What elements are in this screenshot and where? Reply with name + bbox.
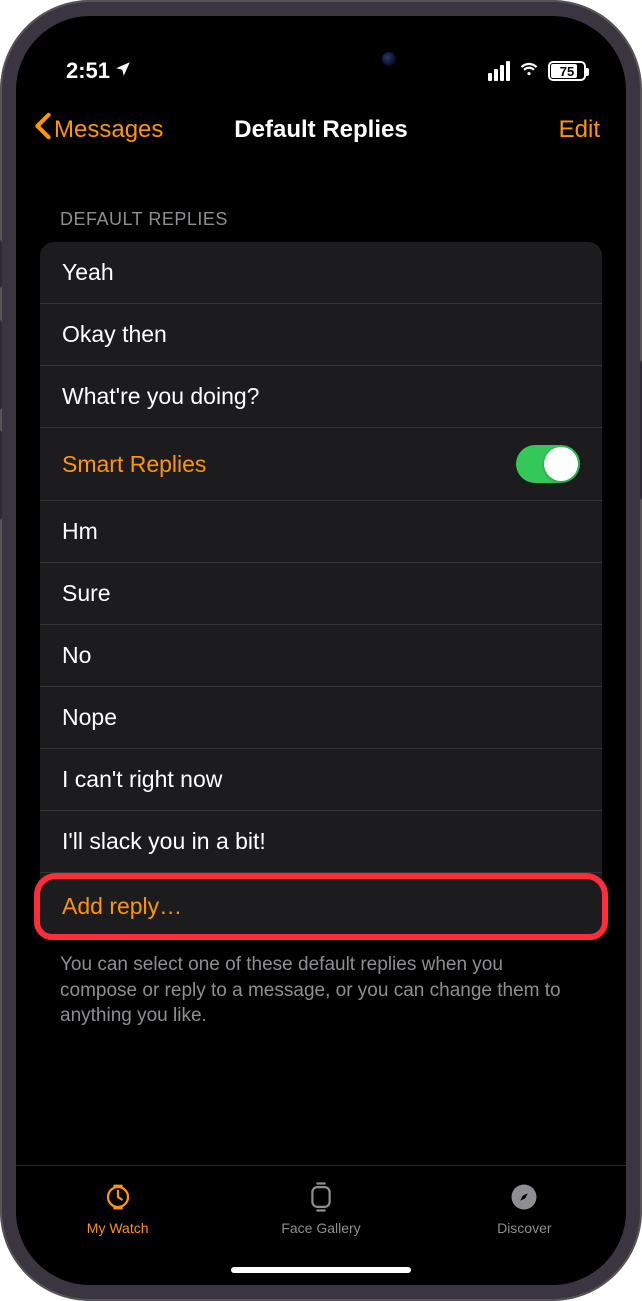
chevron-left-icon — [34, 112, 52, 147]
reply-row[interactable]: Sure — [40, 563, 602, 625]
dynamic-island — [236, 38, 406, 80]
reply-row[interactable]: Okay then — [40, 304, 602, 366]
tab-label: My Watch — [87, 1220, 149, 1236]
volume-down-button — [0, 430, 2, 520]
home-indicator[interactable] — [231, 1267, 411, 1273]
tab-discover[interactable]: Discover — [423, 1180, 626, 1236]
status-right-group: 75 — [488, 57, 586, 85]
wifi-icon — [518, 57, 540, 85]
status-time: 2:51 — [66, 58, 110, 84]
reply-text: Sure — [62, 580, 111, 607]
edit-button[interactable]: Edit — [559, 116, 600, 144]
status-time-group: 2:51 — [66, 58, 132, 84]
tab-label: Discover — [497, 1220, 551, 1236]
reply-text: I can't right now — [62, 766, 222, 793]
cellular-signal-icon — [488, 61, 510, 81]
location-icon — [114, 58, 132, 84]
screen: 2:51 75 — [16, 16, 626, 1285]
reply-row[interactable]: I can't right now — [40, 749, 602, 811]
replies-list: Yeah Okay then What're you doing? Smart … — [40, 242, 602, 940]
reply-row[interactable]: I'll slack you in a bit! — [40, 811, 602, 873]
front-camera-icon — [382, 52, 396, 66]
add-reply-row[interactable]: Add reply… — [34, 873, 608, 940]
reply-row[interactable]: Yeah — [40, 242, 602, 304]
back-label: Messages — [54, 116, 163, 144]
page-title: Default Replies — [234, 116, 407, 144]
back-button[interactable]: Messages — [34, 112, 163, 147]
reply-text: What're you doing? — [62, 383, 259, 410]
tab-label: Face Gallery — [281, 1220, 360, 1236]
mute-switch — [0, 240, 2, 288]
reply-row[interactable]: No — [40, 625, 602, 687]
reply-row[interactable]: What're you doing? — [40, 366, 602, 428]
smart-replies-label: Smart Replies — [62, 451, 206, 478]
phone-frame: 2:51 75 — [0, 0, 642, 1301]
content-scroll[interactable]: DEFAULT REPLIES Yeah Okay then What're y… — [16, 165, 626, 1165]
compass-icon — [507, 1180, 541, 1214]
add-reply-label: Add reply… — [62, 893, 182, 919]
reply-text: Okay then — [62, 321, 167, 348]
section-footer: You can select one of these default repl… — [40, 940, 602, 1049]
navigation-bar: Messages Default Replies Edit — [16, 96, 626, 165]
volume-up-button — [0, 320, 2, 410]
smart-replies-toggle[interactable] — [516, 445, 580, 483]
tab-face-gallery[interactable]: Face Gallery — [219, 1180, 422, 1236]
reply-row[interactable]: Nope — [40, 687, 602, 749]
reply-row[interactable]: Hm — [40, 501, 602, 563]
smart-replies-row[interactable]: Smart Replies — [40, 428, 602, 501]
battery-indicator: 75 — [548, 61, 586, 81]
tab-my-watch[interactable]: My Watch — [16, 1180, 219, 1236]
reply-text: Nope — [62, 704, 117, 731]
reply-text: Hm — [62, 518, 98, 545]
battery-percent: 75 — [560, 64, 574, 79]
watch-icon — [101, 1180, 135, 1214]
watch-face-icon — [304, 1180, 338, 1214]
reply-text: No — [62, 642, 91, 669]
reply-text: I'll slack you in a bit! — [62, 828, 266, 855]
section-header: DEFAULT REPLIES — [40, 165, 602, 242]
reply-text: Yeah — [62, 259, 114, 286]
toggle-knob — [544, 447, 578, 481]
